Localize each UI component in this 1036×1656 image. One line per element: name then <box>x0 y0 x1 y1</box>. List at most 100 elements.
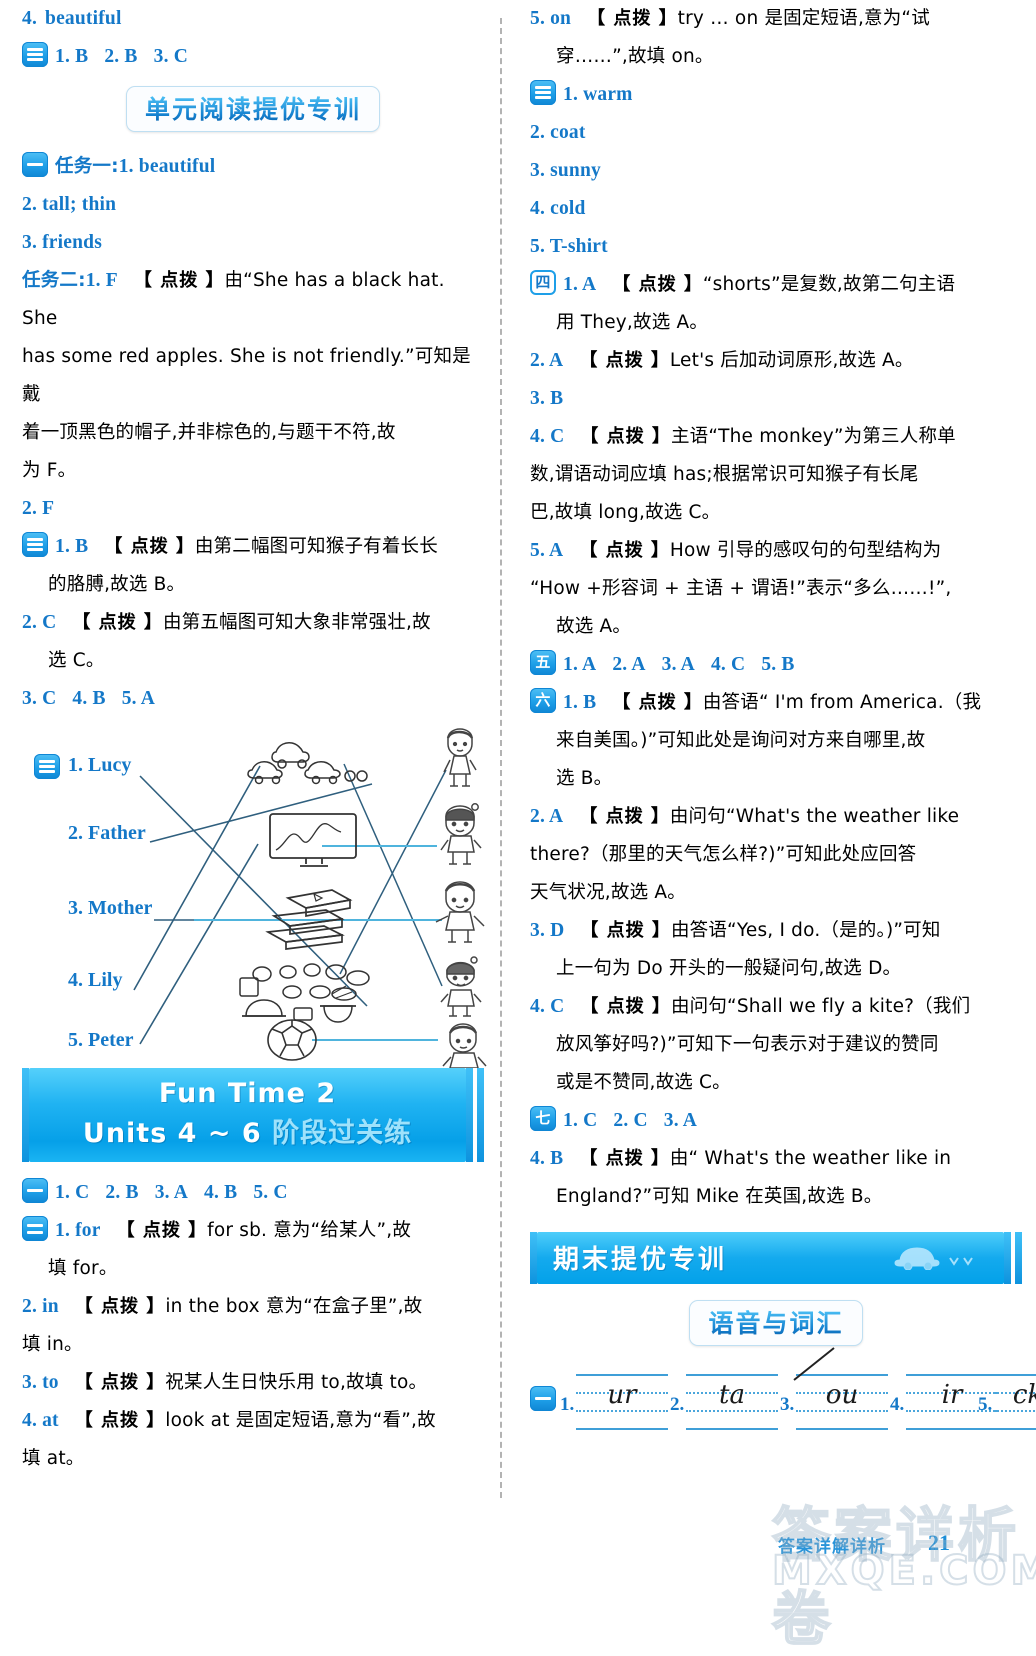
answer-item: 1. A <box>563 654 597 675</box>
hint-text: “shorts”是复数,故第二句主语 <box>702 274 956 295</box>
person-girl-ponytail-icon <box>440 956 482 1017</box>
three-section-line1: 三 1. B 【 点拨 】由第二幅图可知猴子有着长长 <box>22 528 484 566</box>
answer-item: 4. C <box>710 654 746 675</box>
answer-item: 3. C <box>153 46 189 67</box>
hint-text: How 引导的感叹句的句型结构为 <box>669 540 942 561</box>
phonics-heading: 语音与词汇 <box>530 1300 1022 1346</box>
task-two-l3: 着一顶黑色的帽子,并非棕色的,与题干不符,故 <box>22 422 396 443</box>
item-number: 4. <box>22 8 38 29</box>
watermark-secondary: MXQE.COM <box>771 1547 1036 1595</box>
item5-on-l2: 穿……”,故填 on。 <box>556 46 714 67</box>
answer-item: 3. D <box>530 920 565 941</box>
heading-pill-label: 单元阅读提优专训 <box>144 95 361 124</box>
hint-text: 由答语“Yes, I do.（是的。)”可知 <box>670 920 941 941</box>
soccer-ball-icon <box>267 1019 317 1061</box>
hint-text: 由问句“What's the weather like <box>669 806 960 827</box>
banner-title: Fun Time 2 <box>158 1078 337 1109</box>
hint-text: 由第二幅图可知猴子有着长长 <box>194 536 438 557</box>
six-section-item3: 3. D 【 点拨 】由答语“Yes, I do.（是的。)”可知 <box>530 912 1022 950</box>
hint-text: for sb. 意为“给某人”,故 <box>207 1220 412 1241</box>
matching-exercise: 1. Lucy 2. Father 3. Mother 4. Lily 5. P… <box>22 724 487 1068</box>
two-section-item4-l2: 填 at。 <box>22 1448 85 1469</box>
answer-item: 4. B <box>72 688 106 709</box>
section-badge-one: 一 <box>22 1178 48 1203</box>
hint-text: try … on 是固定短语,意为“试 <box>677 8 930 29</box>
toy-cars-icon <box>247 742 368 785</box>
banner-subtitle: Units 4 ~ 6 阶段过关练 <box>29 1111 466 1150</box>
answer-row-three: 三 1. B 2. B 3. C <box>22 38 484 76</box>
phonics-answer: ou <box>825 1380 859 1410</box>
two-section-item1-l2: 填 for。 <box>48 1258 118 1279</box>
phonics-answer-row: 一 1. ur 2. ta 3. <box>530 1347 1036 1450</box>
hint-tag: 【 点拨 】 <box>612 274 703 295</box>
seven-section-item4: 4. B 【 点拨 】由“ What's the weather like in <box>530 1140 1022 1178</box>
four-section-item5-l2: “How +形容词 + 主语 + 谓语!”表示“多么……!”, <box>530 578 952 599</box>
task-two-l2: has some red apples. She is not friendly… <box>22 346 471 405</box>
answer-item: 1. B <box>563 692 597 713</box>
answer-item: 5. C <box>253 1182 288 1203</box>
answer-item: 3. C <box>22 688 57 709</box>
hint-text: Let's 后加动词原形,故选 A。 <box>669 350 914 371</box>
answer-item: 3. A <box>663 1110 698 1131</box>
section-badge-three: 三 <box>22 532 48 557</box>
two-section-item3: 3. to 【 点拨 】祝某人生日快乐用 to,故填 to。 <box>22 1364 484 1402</box>
answer-item: 2. B <box>104 46 138 67</box>
answer-item: 2. A <box>612 654 646 675</box>
right-column: 5. on 【 点拨 】 try … on 是固定短语,意为“试 穿……”,故填 o… <box>508 0 1036 1450</box>
task-two-l4: 为 F。 <box>22 460 77 481</box>
task-label: 任务二: <box>22 270 86 291</box>
hint-tag: 【 点拨 】 <box>579 806 670 827</box>
match-label-peter: 5. Peter <box>68 1029 134 1051</box>
answer-item: 5. A <box>530 540 564 561</box>
task-two-line: 任务二:1. F 【 点拨 】由“She has a black hat. She <box>22 262 484 338</box>
answer-item: 2. C <box>22 612 57 633</box>
three-section-line2: 的胳膊,故选 B。 <box>48 574 186 595</box>
two-section-item2: 2. in 【 点拨 】in the box 意为“在盒子里”,故 <box>22 1288 484 1326</box>
banner-sm-title: 期末提优专训 <box>553 1245 728 1275</box>
answer-item: 5. on <box>530 8 572 29</box>
answer-item: 3. A <box>661 654 695 675</box>
task-one-item2: 2. tall; thin <box>22 186 484 224</box>
task-label: 任务一: <box>55 156 119 177</box>
banner-right-stripes <box>466 1068 484 1162</box>
correction-stroke-icon <box>793 1347 835 1381</box>
banner-subtitle-cn: 阶段过关练 <box>272 1118 413 1149</box>
task-two-item2: 2. F <box>22 498 55 519</box>
answer-item: 5. B <box>761 654 795 675</box>
four-section-item1-l2: 用 They,故选 A。 <box>556 312 709 333</box>
match-label-lucy: 1. Lucy <box>68 754 132 776</box>
answer-item: 2. coat <box>530 122 586 143</box>
three-words-item5: 5. T-shirt <box>530 228 1022 266</box>
phonics-answer: ta <box>719 1380 745 1410</box>
section-badge-seven: 七 <box>530 1106 556 1131</box>
person-boy-pointing-icon <box>435 881 485 943</box>
task-one-item3: 3. friends <box>22 224 484 262</box>
answer-item: 3. B <box>530 388 564 409</box>
person-boy-jacket-icon <box>442 1023 487 1068</box>
person-girl-bow-icon <box>440 803 482 865</box>
phonics-number: 4. <box>890 1394 905 1415</box>
four-section-item3: 3. B <box>530 380 1022 418</box>
hint-tag: 【 点拨 】 <box>612 692 703 713</box>
six-section-item4-l3: 或是不赞同,故选 C。 <box>556 1072 731 1093</box>
column-divider <box>500 18 502 1498</box>
fun-time-banner: Fun Time 2 Units 4 ~ 6 阶段过关练 <box>22 1068 484 1162</box>
six-section-item4: 4. C 【 点拨 】由问句“Shall we fly a kite?（我们 <box>530 988 1022 1026</box>
hint-tag: 【 点拨 】 <box>579 1148 670 1169</box>
three-words-item2: 2. coat <box>530 114 1022 152</box>
hint-tag: 【 点拨 】 <box>74 1372 166 1393</box>
answer-item: 2. A <box>530 350 564 371</box>
heading-pill: 语音与词汇 <box>689 1300 863 1346</box>
answer-item: 1. B <box>55 536 89 557</box>
hint-tag: 【 点拨 】 <box>104 536 195 557</box>
four-section-item5-l3: 故选 A。 <box>556 616 632 637</box>
hint-tag: 【 点拨 】 <box>580 920 671 941</box>
three-words-item1: 三 1. warm <box>530 76 1022 114</box>
hint-tag: 【 点拨 】 <box>579 540 670 561</box>
answer-item: 4. at <box>22 1410 59 1431</box>
answer-item: 3. sunny <box>530 160 601 181</box>
section-badge-three: 三 <box>530 80 556 105</box>
phonics-answer: ur <box>607 1380 637 1410</box>
hint-tag: 【 点拨 】 <box>72 612 163 633</box>
banner-sm-left-stripes <box>530 1232 537 1284</box>
